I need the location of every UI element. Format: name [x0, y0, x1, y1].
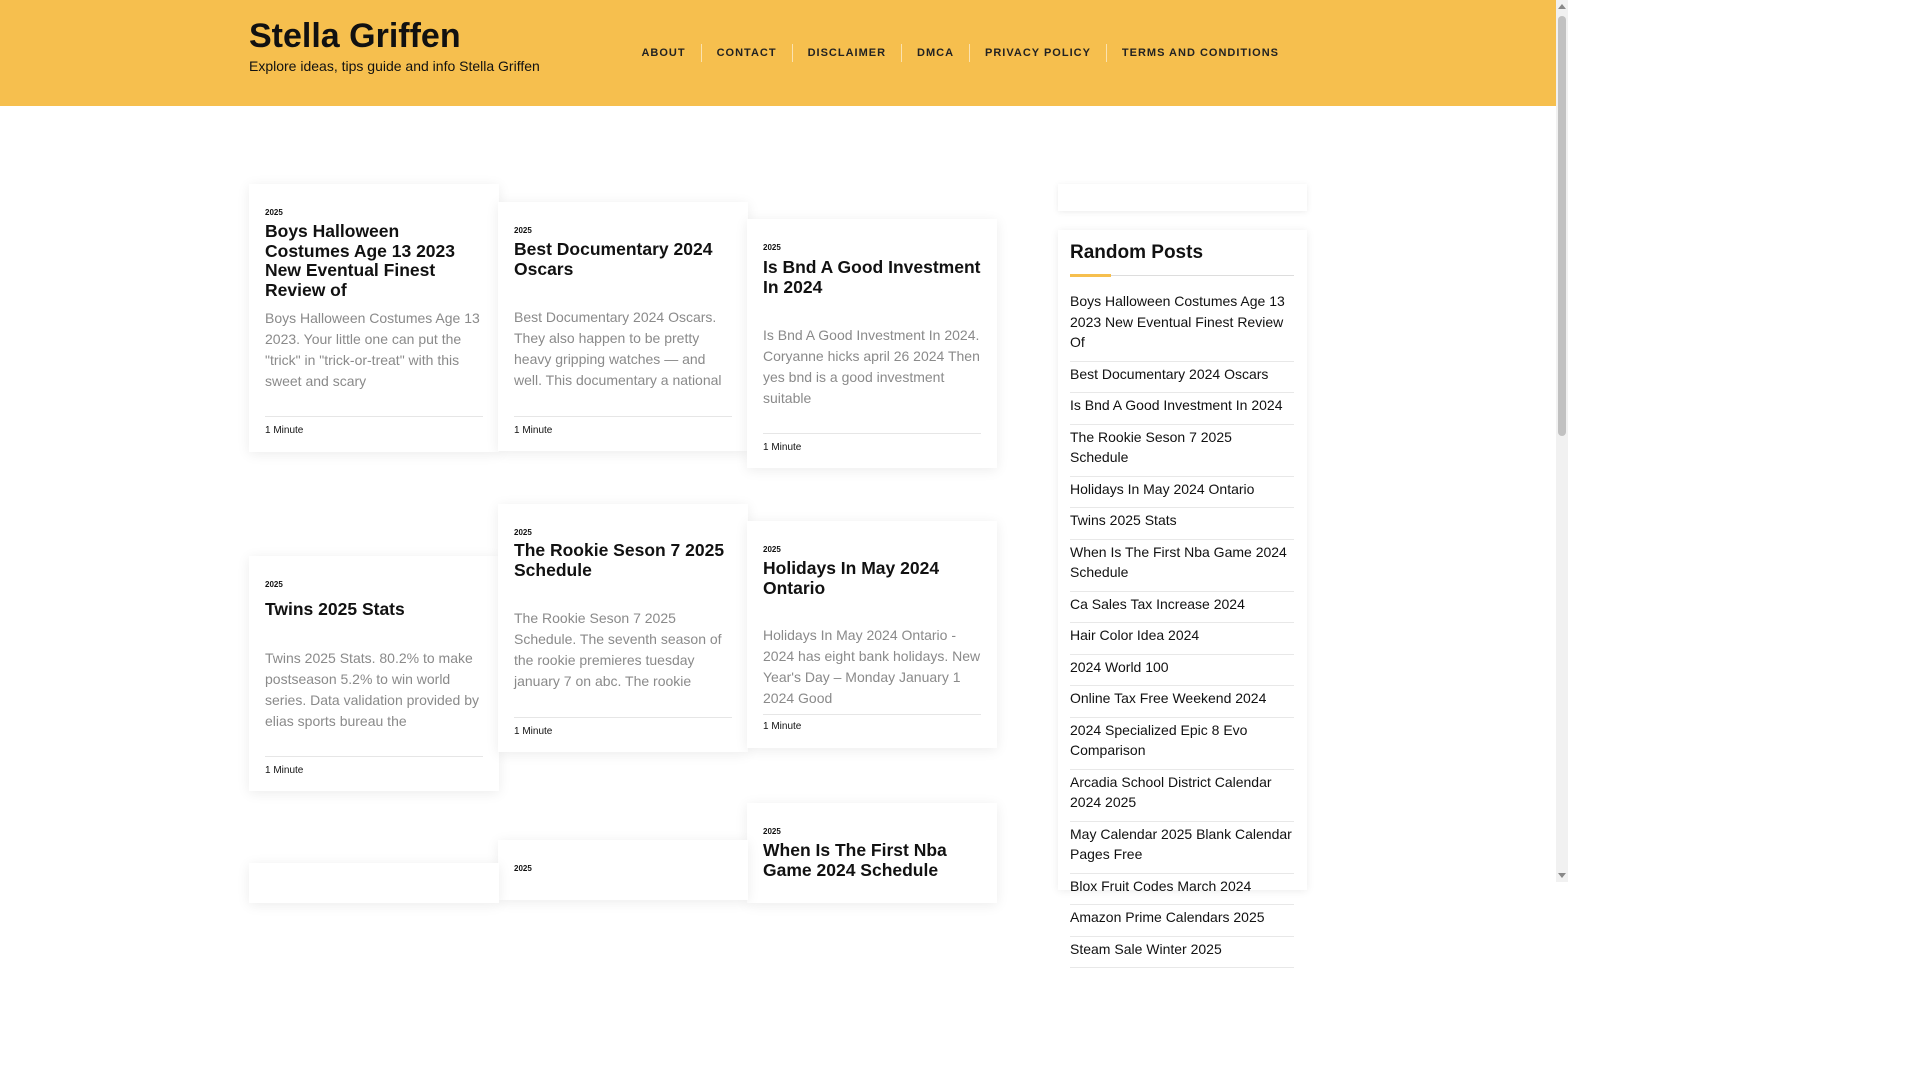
- post-year[interactable]: 2025: [763, 827, 781, 836]
- random-post-link[interactable]: 2024 Specialized Epic 8 Evo Comparison: [1070, 719, 1294, 770]
- nav-item-privacy-policy[interactable]: PRIVACY POLICY: [969, 44, 1106, 62]
- post-card: 2025 The Rookie Seson 7 2025 Schedule Th…: [498, 504, 748, 752]
- random-post-link[interactable]: Amazon Prime Calendars 2025: [1070, 906, 1294, 937]
- nav-item-contact[interactable]: CONTACT: [700, 44, 792, 62]
- widget-title-rule: [1111, 275, 1294, 276]
- post-card: 2025 Is Bnd A Good Investment In 2024 Is…: [747, 219, 997, 468]
- random-posts-widget: Random Posts Boys Halloween Costumes Age…: [1058, 230, 1307, 968]
- random-post-link[interactable]: Is Bnd A Good Investment In 2024: [1070, 394, 1294, 425]
- page-scrollbar[interactable]: [1556, 0, 1568, 882]
- card-divider: [514, 717, 732, 718]
- widget-title: Random Posts: [1070, 242, 1204, 263]
- card-divider: [763, 714, 981, 715]
- post-card: 2025: [498, 840, 748, 900]
- post-excerpt: Holidays In May 2024 Ontario - 2024 has …: [763, 627, 981, 706]
- post-title[interactable]: The Rookie Seson 7 2025 Schedule: [514, 540, 736, 580]
- random-posts-list: Boys Halloween Costumes Age 13 2023 New …: [1070, 290, 1294, 969]
- random-post-link[interactable]: Ca Sales Tax Increase 2024: [1070, 593, 1294, 623]
- post-year[interactable]: 2025: [514, 864, 532, 873]
- read-time: 1 Minute: [763, 442, 802, 453]
- nav-item-about[interactable]: ABOUT: [626, 44, 700, 62]
- read-time: 1 Minute: [265, 425, 304, 436]
- post-excerpt: The Rookie Seson 7 2025 Schedule. The se…: [514, 610, 722, 689]
- read-time: 1 Minute: [265, 765, 304, 776]
- post-card: 2025 When Is The First Nba Game 2024 Sch…: [747, 803, 997, 903]
- post-card: 2025 Holidays In May 2024 Ontario Holida…: [747, 521, 997, 748]
- post-year[interactable]: 2025: [763, 243, 781, 252]
- random-post-link[interactable]: Blox Fruit Codes March 2024: [1070, 875, 1294, 905]
- sidebar-search-widget[interactable]: [1058, 184, 1307, 211]
- nav-item-terms-and-conditions[interactable]: TERMS AND CONDITIONS: [1105, 44, 1294, 62]
- random-post-link[interactable]: Steam Sale Winter 2025: [1070, 938, 1294, 968]
- post-excerpt: Best Documentary 2024 Oscars. They also …: [514, 309, 722, 388]
- card-divider: [763, 433, 981, 434]
- random-post-link[interactable]: Twins 2025 Stats: [1070, 509, 1294, 540]
- random-post-link[interactable]: Boys Halloween Costumes Age 13 2023 New …: [1070, 290, 1294, 362]
- post-title[interactable]: Holidays In May 2024 Ontario: [763, 558, 985, 598]
- random-post-link[interactable]: When Is The First Nba Game 2024 Schedule: [1070, 541, 1294, 592]
- random-post-link[interactable]: 2024 World 100: [1070, 656, 1294, 686]
- post-year[interactable]: 2025: [763, 545, 781, 554]
- read-time: 1 Minute: [514, 425, 553, 436]
- post-title[interactable]: Boys Halloween Costumes Age 13 2023 New …: [265, 221, 487, 300]
- random-post-link[interactable]: The Rookie Seson 7 2025 Schedule: [1070, 426, 1294, 477]
- post-year[interactable]: 2025: [265, 208, 283, 217]
- scroll-up-arrow-icon[interactable]: [1558, 4, 1566, 9]
- card-divider: [265, 756, 483, 757]
- post-year[interactable]: 2025: [265, 580, 283, 589]
- scroll-down-arrow-icon[interactable]: [1558, 873, 1566, 878]
- random-post-link[interactable]: Hair Color Idea 2024: [1070, 624, 1294, 655]
- post-card: 2025 Boys Halloween Costumes Age 13 2023…: [249, 184, 499, 452]
- card-divider: [514, 416, 732, 417]
- widget-title-accent: [1070, 274, 1111, 277]
- post-title[interactable]: Is Bnd A Good Investment In 2024: [763, 257, 985, 297]
- site-header: Stella Griffen Explore ideas, tips guide…: [0, 0, 1556, 106]
- post-excerpt: Boys Halloween Costumes Age 13 2023. You…: [265, 310, 480, 389]
- post-card: [249, 863, 499, 903]
- site-title[interactable]: Stella Griffen: [249, 16, 461, 56]
- scrollbar-thumb[interactable]: [1558, 16, 1566, 436]
- post-title[interactable]: When Is The First Nba Game 2024 Schedule: [763, 840, 985, 880]
- random-post-link[interactable]: May Calendar 2025 Blank Calendar Pages F…: [1070, 823, 1294, 874]
- read-time: 1 Minute: [763, 721, 802, 732]
- post-title[interactable]: Best Documentary 2024 Oscars: [514, 239, 736, 279]
- post-year[interactable]: 2025: [514, 528, 532, 537]
- post-card: 2025 Best Documentary 2024 Oscars Best D…: [498, 202, 748, 451]
- random-post-link[interactable]: Best Documentary 2024 Oscars: [1070, 363, 1294, 393]
- post-excerpt: Twins 2025 Stats. 80.2% to make postseas…: [265, 650, 480, 729]
- card-divider: [265, 416, 483, 417]
- nav-item-dmca[interactable]: DMCA: [901, 44, 969, 62]
- random-post-link[interactable]: Arcadia School District Calendar 2024 20…: [1070, 771, 1294, 822]
- random-post-link[interactable]: Online Tax Free Weekend 2024: [1070, 687, 1294, 718]
- post-year[interactable]: 2025: [514, 226, 532, 235]
- site-tagline: Explore ideas, tips guide and info Stell…: [249, 58, 540, 74]
- nav-item-disclaimer[interactable]: DISCLAIMER: [791, 44, 901, 62]
- post-title[interactable]: Twins 2025 Stats: [265, 599, 487, 620]
- post-excerpt: Is Bnd A Good Investment In 2024. Coryan…: [763, 327, 980, 406]
- post-card: 2025 Twins 2025 Stats Twins 2025 Stats. …: [249, 556, 499, 791]
- random-post-link[interactable]: Holidays In May 2024 Ontario: [1070, 478, 1294, 508]
- main-nav: ABOUT CONTACT DISCLAIMER DMCA PRIVACY PO…: [626, 44, 1294, 62]
- read-time: 1 Minute: [514, 726, 553, 737]
